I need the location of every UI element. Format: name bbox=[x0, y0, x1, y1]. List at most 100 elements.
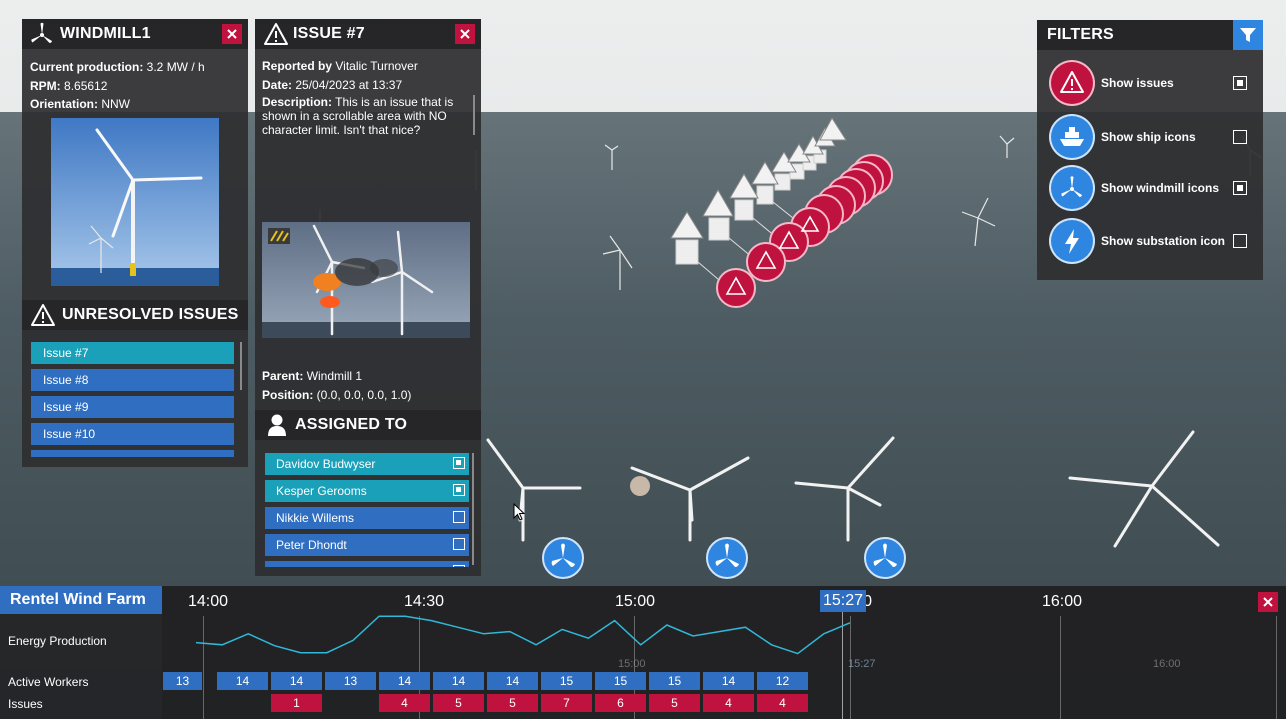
windmill-panel: WINDMILL1 Current production: 3.2 MW / h… bbox=[22, 19, 248, 467]
assigned-scrollbar[interactable] bbox=[472, 453, 474, 565]
assignee-checkbox[interactable] bbox=[453, 484, 465, 496]
reported-value: Vitalic Turnover bbox=[335, 59, 418, 73]
warning-icon bbox=[1051, 62, 1093, 104]
assigned-title: ASSIGNED TO bbox=[295, 416, 408, 433]
reported-label: Reported by bbox=[262, 59, 333, 73]
list-item-partial[interactable] bbox=[31, 450, 234, 457]
parent-label: Parent: bbox=[262, 369, 304, 383]
workers-cell: 13 bbox=[325, 672, 376, 690]
orientation-value: NNW bbox=[101, 97, 131, 111]
list-item-issue-7[interactable]: Issue #7 bbox=[31, 342, 234, 364]
issue-close-button[interactable] bbox=[455, 24, 475, 44]
assigned-list[interactable]: Davidov Budwyser Kesper Gerooms Nikkie W… bbox=[255, 451, 481, 567]
assignee-partial[interactable] bbox=[265, 561, 469, 567]
assignee-checkbox[interactable] bbox=[453, 511, 465, 523]
filter-show-substation-icon[interactable]: Show substation icon bbox=[1051, 220, 1281, 264]
parent-value: Windmill 1 bbox=[306, 369, 363, 383]
issues-list[interactable]: Issue #7 Issue #8 Issue #9 Issue #10 bbox=[22, 339, 248, 457]
funnel-icon bbox=[1240, 28, 1256, 42]
workers-cell: 14 bbox=[379, 672, 430, 690]
unresolved-issues-title: UNRESOLVED ISSUES bbox=[62, 306, 239, 323]
issues-cell: 6 bbox=[595, 694, 646, 712]
assignee-name: Peter Dhondt bbox=[276, 538, 347, 552]
filter-show-ship-icons[interactable]: Show ship icons bbox=[1051, 116, 1281, 160]
orientation-label: Orientation: bbox=[30, 97, 98, 111]
description-label: Description: bbox=[262, 95, 333, 109]
workers-cell: 14 bbox=[433, 672, 484, 690]
assignee-checkbox[interactable] bbox=[453, 538, 465, 550]
filters-panel: FILTERS Show issues Show ship icons Show… bbox=[1037, 20, 1263, 280]
unresolved-issues-header: UNRESOLVED ISSUES bbox=[22, 300, 248, 330]
workers-cell: 15 bbox=[541, 672, 592, 690]
list-item-issue-10[interactable]: Issue #10 bbox=[31, 423, 234, 445]
issue-panel-header: ISSUE #7 bbox=[255, 19, 481, 49]
filter-label: Show issues bbox=[1101, 76, 1174, 90]
assignee-davidov[interactable]: Davidov Budwyser bbox=[265, 453, 469, 475]
close-icon bbox=[460, 29, 470, 39]
description-scrollbar[interactable] bbox=[473, 95, 475, 135]
assignee-checkbox[interactable] bbox=[453, 565, 465, 567]
rpm-label: RPM: bbox=[30, 78, 61, 93]
windmill-panel-header: WINDMILL1 bbox=[22, 19, 248, 49]
filter-button[interactable] bbox=[1233, 20, 1263, 50]
filters-title: FILTERS bbox=[1047, 26, 1114, 43]
mouse-cursor-icon bbox=[513, 503, 525, 521]
energy-line bbox=[195, 615, 851, 655]
workers-cell: 14 bbox=[217, 672, 268, 690]
windmill-icon bbox=[1051, 167, 1093, 209]
windmill-title: WINDMILL1 bbox=[60, 25, 151, 42]
filter-label: Show substation icon bbox=[1101, 234, 1226, 248]
issues-cell: 4 bbox=[703, 694, 754, 712]
filter-checkbox[interactable] bbox=[1233, 234, 1247, 248]
issues-cell: 4 bbox=[379, 694, 430, 712]
issue-panel: ISSUE #7 Reported by Vitalic Turnover Da… bbox=[255, 19, 481, 576]
windmill-photo bbox=[51, 118, 219, 286]
issues-row-label: Issues bbox=[8, 697, 43, 711]
assignee-checkbox[interactable] bbox=[453, 457, 465, 469]
assignee-kesper[interactable]: Kesper Gerooms bbox=[265, 480, 469, 502]
filter-show-windmill-icons[interactable]: Show windmill icons bbox=[1051, 167, 1281, 211]
workers-cell: 15 bbox=[649, 672, 700, 690]
filter-checkbox[interactable] bbox=[1233, 76, 1247, 90]
issue-label: Issue #8 bbox=[43, 373, 89, 387]
issue-label: Issue #10 bbox=[43, 427, 96, 441]
filter-checkbox[interactable] bbox=[1233, 130, 1247, 144]
energy-production-chart bbox=[195, 615, 851, 655]
windmill-close-button[interactable] bbox=[222, 24, 242, 44]
close-icon bbox=[227, 29, 237, 39]
issues-cell: 5 bbox=[487, 694, 538, 712]
production-label: Current production: bbox=[30, 60, 144, 74]
workers-cell: 14 bbox=[703, 672, 754, 690]
filter-label: Show windmill icons bbox=[1101, 181, 1220, 195]
warning-icon bbox=[30, 303, 56, 327]
workers-row-label: Active Workers bbox=[8, 675, 89, 689]
list-item-issue-9[interactable]: Issue #9 bbox=[31, 396, 234, 418]
assignee-nikkie[interactable]: Nikkie Willems bbox=[265, 507, 469, 529]
issues-cell: 4 bbox=[757, 694, 808, 712]
windmill-icon bbox=[30, 22, 54, 46]
issue-parent-details: Parent: Windmill 1 Position: (0.0, 0.0, … bbox=[262, 367, 411, 404]
description-area[interactable]: Description: This is an issue that is sh… bbox=[262, 95, 467, 215]
user-icon bbox=[267, 413, 287, 437]
filter-checkbox[interactable] bbox=[1233, 181, 1247, 195]
filters-header: FILTERS bbox=[1037, 20, 1263, 50]
filter-show-issues[interactable]: Show issues bbox=[1051, 62, 1281, 106]
workers-cell: 14 bbox=[487, 672, 538, 690]
workers-cell: 15 bbox=[595, 672, 646, 690]
rpm-value: 8.65612 bbox=[64, 78, 108, 93]
timeline-panel[interactable]: Rentel Wind Farm 14:00 14:30 15:00 15:30… bbox=[0, 586, 1286, 719]
issues-cell: 7 bbox=[541, 694, 592, 712]
date-label: Date: bbox=[262, 77, 293, 92]
workers-cell: 13 bbox=[163, 672, 202, 690]
issue-label: Issue #7 bbox=[43, 346, 89, 360]
assignee-name: Nikkie Willems bbox=[276, 511, 354, 525]
lightning-icon bbox=[1051, 220, 1093, 262]
list-item-issue-8[interactable]: Issue #8 bbox=[31, 369, 234, 391]
windmill-details: Current production: 3.2 MW / h RPM: 8.65… bbox=[22, 49, 248, 114]
assigned-header: ASSIGNED TO bbox=[255, 410, 481, 440]
position-label: Position: bbox=[262, 387, 314, 402]
position-value: (0.0, 0.0, 0.0, 1.0) bbox=[316, 387, 412, 402]
ship-icon bbox=[1051, 116, 1093, 158]
issues-scrollbar[interactable] bbox=[240, 342, 242, 390]
assignee-peter[interactable]: Peter Dhondt bbox=[265, 534, 469, 556]
